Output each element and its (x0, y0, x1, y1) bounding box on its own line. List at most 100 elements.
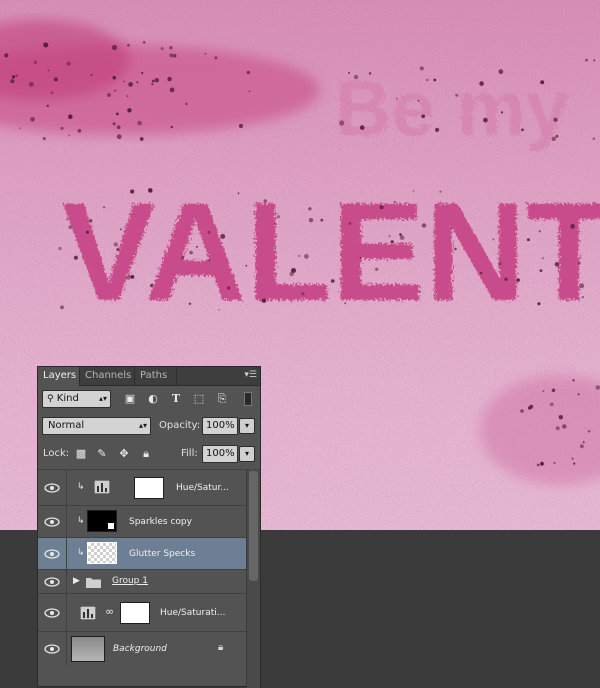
glitter-speck (151, 83, 153, 85)
fill-input[interactable]: 100% (202, 445, 238, 463)
glitter-speck (585, 59, 588, 62)
glitter-speck (344, 302, 346, 304)
glitter-speck (218, 309, 220, 311)
layer-row-background[interactable]: Background 🔒︎ (38, 631, 246, 665)
glitter-speck (167, 77, 171, 81)
smart-object-filter-icon[interactable]: ⎘ (215, 393, 229, 405)
glitter-speck (516, 278, 520, 282)
layer-row-hue-saturation-2[interactable]: ∞ Hue/Saturati... (38, 593, 246, 631)
layer-name[interactable]: Group 1 (112, 576, 148, 586)
eye-column-divider (66, 470, 67, 505)
layer-mask-thumbnail[interactable] (134, 477, 164, 499)
glitter-speck (391, 240, 394, 243)
glitter-speck (189, 303, 191, 305)
eye-icon[interactable] (44, 549, 60, 559)
glitter-speck (196, 246, 198, 248)
tab-layers[interactable]: Layers (38, 367, 80, 386)
image-filter-icon[interactable]: ▣ (123, 393, 137, 405)
glitter-speck (274, 223, 276, 225)
background-thumbnail[interactable] (71, 636, 105, 662)
layer-name[interactable]: Glutter Specks (129, 549, 195, 559)
type-filter-icon[interactable]: T (169, 393, 183, 405)
glitter-speck (136, 81, 138, 83)
adjustment-filter-icon[interactable]: ◐ (146, 393, 160, 405)
glitter-speck (331, 279, 335, 283)
glitter-speck (348, 72, 350, 74)
glitter-speck (155, 78, 159, 82)
opacity-input[interactable]: 100% (202, 417, 238, 435)
lock-transparency-icon[interactable]: ▩ (74, 448, 88, 460)
lock-position-icon[interactable]: ✥ (117, 448, 131, 460)
layers-scrollbar[interactable] (246, 469, 260, 688)
layer-row-sparkles-copy[interactable]: ↳ Sparkles copy (38, 505, 246, 537)
filter-kind-select[interactable]: ⚲ Kind ▴▾ (42, 390, 111, 408)
eye-icon[interactable] (44, 483, 60, 493)
glitter-speck (360, 125, 365, 130)
fill-dropdown-button[interactable]: ▾ (239, 446, 255, 462)
lock-brush-icon[interactable]: ✎ (95, 448, 109, 460)
layer-name[interactable]: Sparkles copy (129, 517, 192, 527)
glitter-speck (539, 230, 541, 232)
glitter-speck (553, 462, 555, 464)
glitter-speck (89, 219, 92, 222)
glitter-speck (552, 389, 556, 393)
layer-row-glutter-specks[interactable]: ↳ Glutter Specks (38, 537, 246, 569)
layer-name[interactable]: Background (113, 644, 167, 654)
glitter-speck (10, 79, 14, 83)
layer-mask-thumbnail[interactable] (120, 602, 150, 624)
layer-row-group-1[interactable]: ▶ Group 1 (38, 569, 246, 593)
panel-menu-icon[interactable]: ▾☰ (243, 370, 257, 381)
glitter-speck (215, 56, 218, 59)
link-chain-icon[interactable]: ∞ (105, 605, 114, 618)
tab-paths[interactable]: Paths (135, 367, 177, 385)
glitter-speck (354, 75, 358, 79)
glitter-speck (69, 225, 73, 229)
blend-mode-select[interactable]: Normal ▴▾ (42, 417, 151, 435)
glitter-speck (4, 53, 8, 57)
glitter-speck (299, 255, 301, 257)
glitter-speck (433, 79, 436, 82)
layer-name[interactable]: Hue/Satur... (176, 483, 229, 493)
glitter-speck (16, 74, 18, 76)
eye-icon[interactable] (44, 644, 60, 654)
folder-icon (86, 576, 101, 588)
updown-icon: ▴▾ (99, 391, 107, 407)
glitter-speck (439, 191, 441, 193)
glitter-speck (304, 254, 309, 259)
glitter-speck (60, 127, 63, 130)
shape-filter-icon[interactable]: ⬚ (192, 393, 206, 405)
tab-channels[interactable]: Channels (80, 367, 135, 385)
glitter-speck (114, 242, 118, 246)
eye-icon[interactable] (44, 577, 60, 587)
expand-triangle-icon[interactable]: ▶ (73, 576, 80, 586)
scrollbar-thumb[interactable] (249, 471, 258, 581)
glitter-speck (501, 111, 503, 113)
layer-name[interactable]: Hue/Saturati... (160, 608, 225, 618)
glitter-speck (540, 80, 544, 84)
glitter-speck (124, 81, 126, 83)
glitter-speck (349, 222, 352, 225)
glitter-speck (455, 94, 458, 97)
glitter-speck (556, 426, 560, 430)
glitter-speck (220, 234, 225, 239)
glitter-speck (117, 134, 122, 139)
glitter-speck (247, 71, 250, 74)
filter-toggle-switch[interactable] (244, 392, 252, 406)
filter-kind-value: Kind (57, 393, 79, 404)
glitter-speck (380, 205, 384, 209)
glitter-speck (113, 76, 117, 80)
glitter-speck (451, 228, 453, 230)
eye-icon[interactable] (44, 608, 60, 618)
lock-all-icon[interactable]: 🔒︎ (139, 448, 153, 460)
eye-icon[interactable] (44, 517, 60, 527)
opacity-dropdown-button[interactable]: ▾ (239, 418, 255, 434)
glitter-speck (43, 137, 46, 140)
layer-thumbnail[interactable] (87, 510, 117, 532)
glitter-speck (521, 128, 524, 131)
layer-row-hue-saturation-1[interactable]: ↳ Hue/Satur... (38, 469, 246, 505)
canvas-text-line2: VALENT (62, 173, 600, 330)
glitter-speck (582, 296, 584, 298)
glitter-speck (127, 95, 129, 97)
glitter-speck (137, 121, 142, 126)
transparent-layer-thumbnail[interactable] (87, 542, 117, 564)
